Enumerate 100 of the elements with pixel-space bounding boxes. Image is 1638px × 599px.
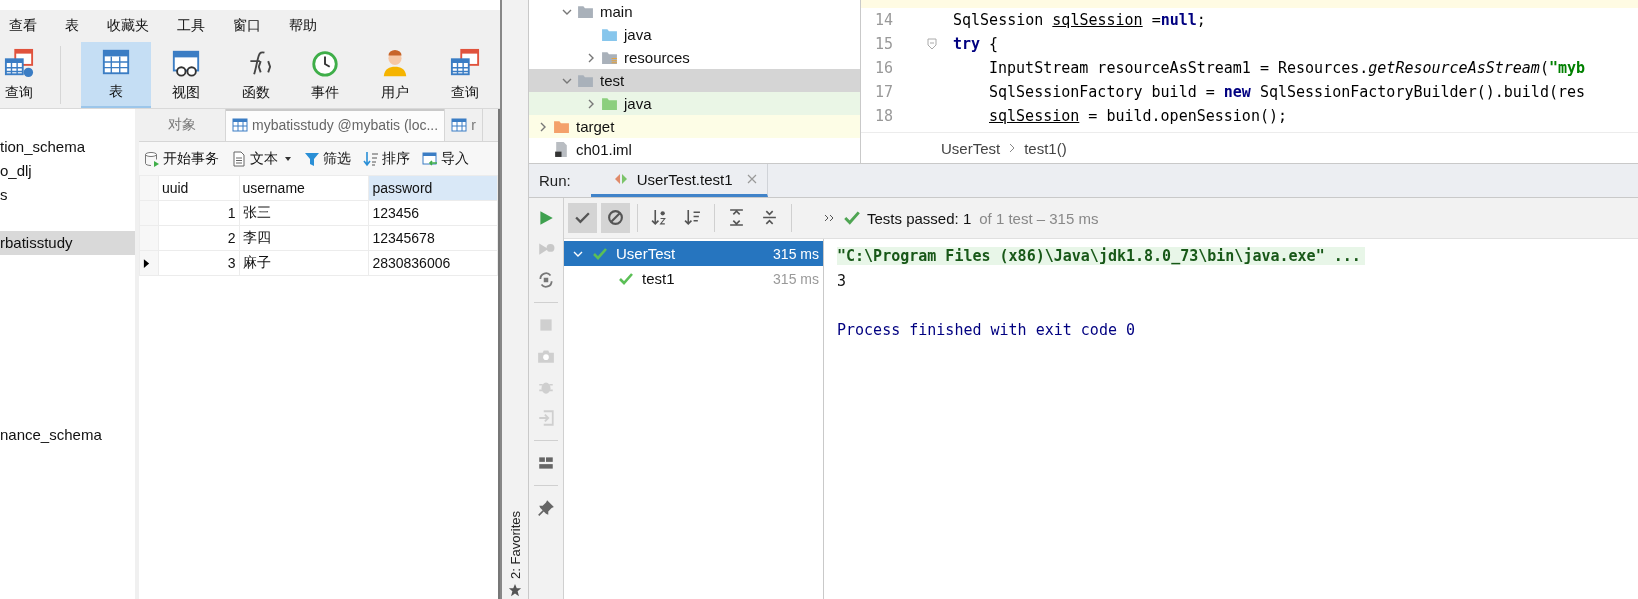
tree-item[interactable]: resources xyxy=(529,46,860,69)
code-line: SqlSession sqlSession =null; xyxy=(953,11,1206,29)
menu-item[interactable]: 工具 xyxy=(177,17,205,35)
toolbar-button[interactable]: 事件 xyxy=(290,42,361,108)
line-number: 17 xyxy=(873,83,893,101)
toolbar-button[interactable]: 筛选 xyxy=(301,147,354,170)
toolbar-button[interactable]: 表 xyxy=(81,42,151,108)
line-number: 16 xyxy=(873,59,893,77)
toolbar-button[interactable]: 用户 xyxy=(360,42,431,108)
table-cell: 张三 xyxy=(239,200,369,226)
database-item[interactable]: rbatisstudy xyxy=(0,231,135,255)
tree-item[interactable]: java xyxy=(529,92,860,115)
panel-title: Run: xyxy=(538,172,572,189)
table-icon xyxy=(451,117,468,133)
fold-marker-icon[interactable] xyxy=(927,38,937,50)
current-row-icon xyxy=(143,257,150,269)
sort-alphabetical-icon xyxy=(651,209,668,226)
toolbar-button[interactable] xyxy=(568,203,597,233)
database-item[interactable]: o_dlj xyxy=(0,159,135,183)
folder-icon xyxy=(577,3,594,20)
menu-item[interactable]: 查看 xyxy=(9,17,37,35)
pin-icon[interactable] xyxy=(537,499,555,517)
sort-duration-icon xyxy=(684,209,701,226)
sort-icon xyxy=(363,150,379,167)
menu-item[interactable]: 收藏夹 xyxy=(107,17,149,35)
database-item[interactable]: tion_schema xyxy=(0,135,135,159)
tab[interactable]: r xyxy=(445,109,483,141)
row-marker[interactable] xyxy=(139,250,159,276)
folder-icon xyxy=(601,49,618,66)
table-stack-icon xyxy=(4,48,35,78)
menu-item[interactable]: 窗口 xyxy=(233,17,261,35)
tab[interactable]: mybatisstudy @mybatis (loc... xyxy=(226,109,446,141)
run-icon[interactable] xyxy=(537,209,555,227)
table-cell: 12345678 xyxy=(368,225,498,251)
favorites-tab[interactable]: 2: Favorites xyxy=(507,511,523,579)
table-cell: 2 xyxy=(158,225,240,251)
star-icon xyxy=(508,583,522,597)
status-text: Tests passed: 1 xyxy=(867,209,972,227)
file-icon xyxy=(553,141,570,158)
menu-item[interactable]: 表 xyxy=(65,17,79,35)
console-line: Process finished with exit code 0 xyxy=(837,320,1135,339)
toolbar-button[interactable]: 文本 xyxy=(228,147,295,170)
collapse-all-icon xyxy=(761,209,778,226)
table-cell: 123456 xyxy=(368,200,498,226)
menu-item[interactable]: 帮助 xyxy=(289,17,317,35)
status-detail: of 1 test – 315 ms xyxy=(979,209,1099,227)
table-icon xyxy=(101,47,132,77)
breadcrumb-item[interactable]: test1() xyxy=(1024,139,1067,157)
line-number: 15 xyxy=(873,35,893,53)
database-item[interactable]: s xyxy=(0,183,135,207)
document-icon xyxy=(231,150,247,167)
toolbar-button[interactable]: 开始事务 xyxy=(141,147,222,170)
column-header[interactable]: uuid xyxy=(158,175,240,201)
folder-icon xyxy=(577,72,594,89)
close-icon[interactable] xyxy=(746,174,757,184)
check-icon xyxy=(843,209,861,227)
toolbar-button[interactable]: 查询 xyxy=(430,42,500,108)
alarm-clock-icon xyxy=(310,48,341,78)
folder-icon xyxy=(553,118,570,135)
table-icon xyxy=(232,117,248,133)
table-stack-icon xyxy=(450,48,481,78)
tree-item[interactable]: test xyxy=(529,69,860,92)
database-item[interactable]: nance_schema xyxy=(0,423,135,447)
caret-icon xyxy=(284,154,292,163)
code-line: SqlSessionFactory build = new SqlSessionFactoryBuilder().build(res xyxy=(988,83,1586,101)
table-cell: 2830836006 xyxy=(368,250,498,276)
table-cell: 1 xyxy=(158,200,240,226)
toolbar-button[interactable] xyxy=(601,203,630,233)
tree-item[interactable]: target xyxy=(529,115,860,138)
toggle-auto-test-icon[interactable] xyxy=(537,271,555,289)
test-tree-item[interactable]: UserTest 315 ms xyxy=(564,241,823,266)
folder-icon xyxy=(601,95,618,112)
column-header[interactable]: username xyxy=(239,175,369,201)
toolbar-button[interactable]: 函数 xyxy=(220,42,291,108)
line-number: 18 xyxy=(873,107,893,125)
database-icon xyxy=(144,150,160,167)
layout-icon[interactable] xyxy=(537,454,555,472)
test-tree-item[interactable]: test1 315 ms xyxy=(564,266,823,291)
code-line: try { xyxy=(953,35,999,53)
breadcrumb-item[interactable]: UserTest xyxy=(941,139,1001,157)
code-line: sqlSession = build.openSession(); xyxy=(988,107,1288,125)
console-line: 3 xyxy=(837,271,847,290)
prohibited-icon xyxy=(607,209,624,226)
table-cell: 3 xyxy=(158,250,240,276)
table-cell: 李四 xyxy=(239,225,369,251)
toolbar-button[interactable]: 视图 xyxy=(151,42,221,108)
toolbar-button[interactable]: 排序 xyxy=(360,147,413,170)
tree-item[interactable]: ch01.iml xyxy=(529,138,860,161)
column-header[interactable]: password xyxy=(368,175,498,201)
folder-icon xyxy=(601,26,618,43)
line-number: 14 xyxy=(873,11,893,29)
code-line: InputStream resourceAsStream1 = Resources.getResourceAsStream("myb xyxy=(988,59,1586,77)
toolbar-button[interactable]: 导入 xyxy=(419,147,472,170)
filter-icon xyxy=(304,150,320,167)
expand-all-icon xyxy=(728,209,745,226)
tree-item[interactable]: main xyxy=(529,0,860,23)
toolbar-button[interactable]: 查询 xyxy=(0,42,39,108)
tree-item[interactable]: java xyxy=(529,23,860,46)
more-icon[interactable] xyxy=(823,213,835,223)
table-cell: 麻子 xyxy=(239,250,369,276)
